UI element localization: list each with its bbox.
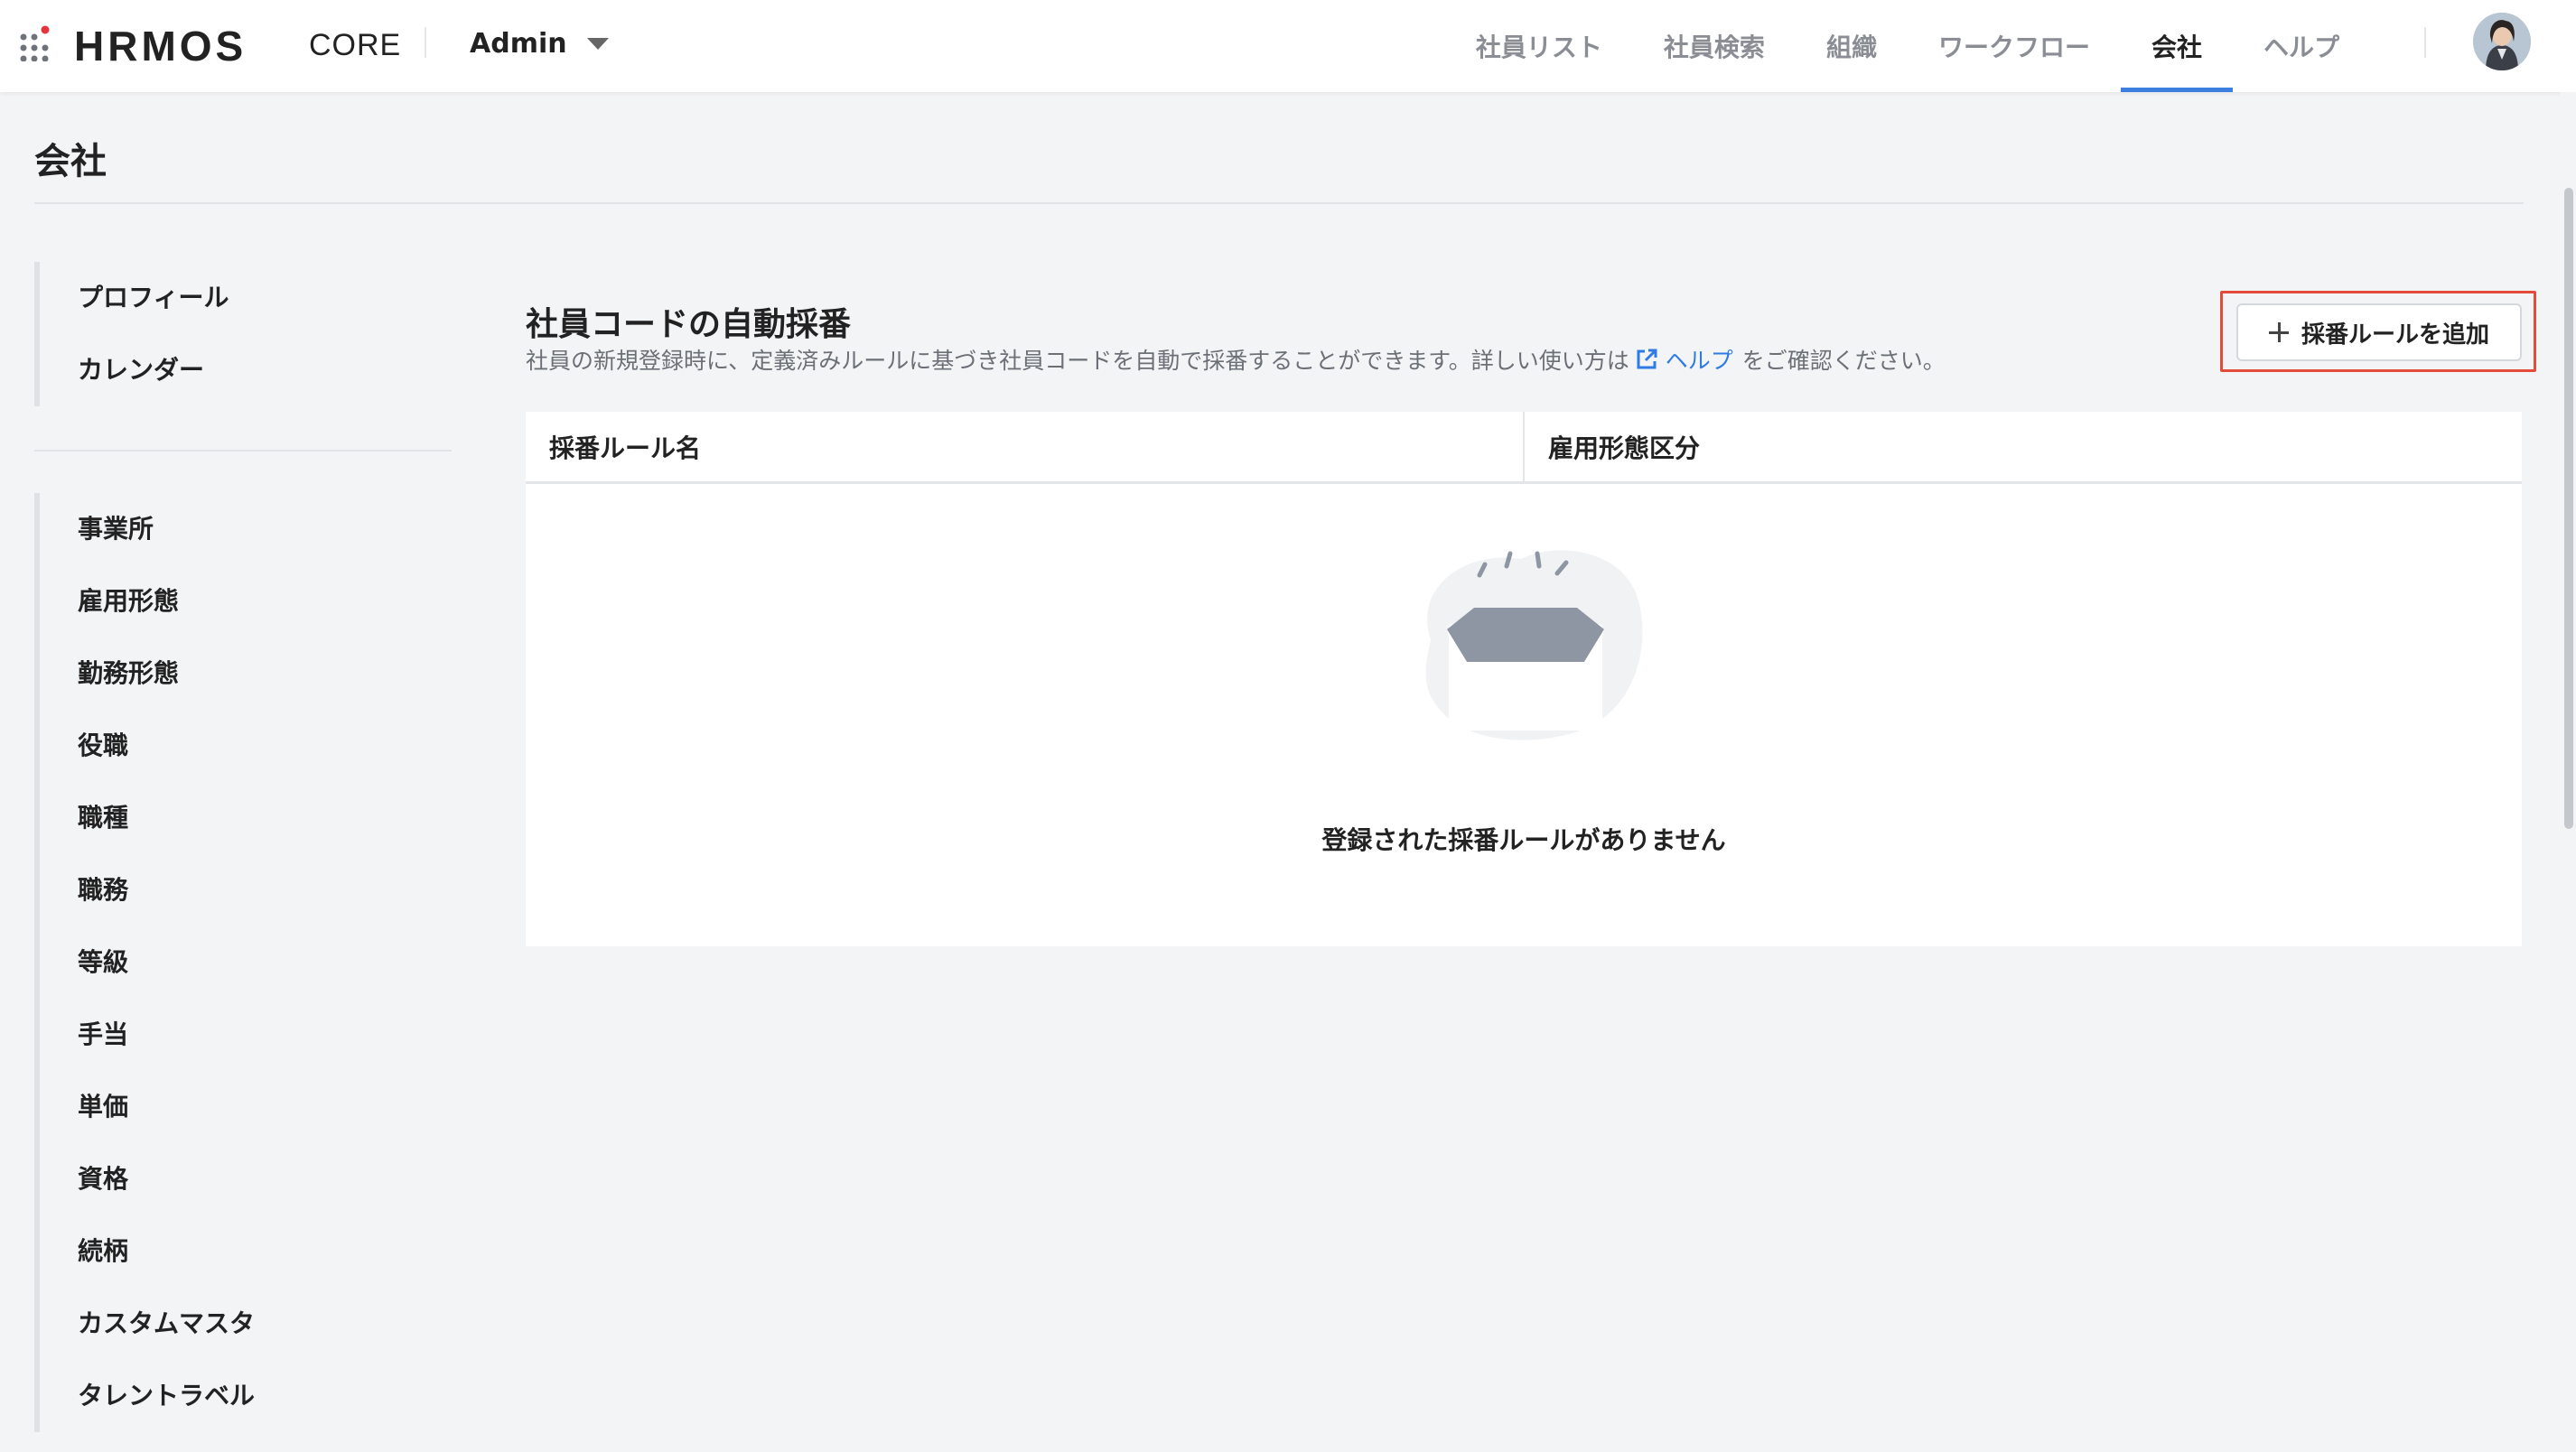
hrmos-logo: HRMOS bbox=[74, 26, 287, 64]
sidebar-divider bbox=[34, 450, 452, 451]
empty-state: 登録された採番ルールがありません bbox=[526, 487, 2522, 946]
apps-grid-icon[interactable] bbox=[18, 25, 54, 62]
nav-employee-search[interactable]: 社員検索 bbox=[1633, 0, 1796, 92]
nav-employee-list[interactable]: 社員リスト bbox=[1445, 0, 1633, 92]
sidebar-item-position[interactable]: 役職 bbox=[40, 710, 255, 782]
product-logo[interactable]: HRMOS CORE bbox=[74, 18, 401, 72]
sidebar-item-custom-master[interactable]: カスタムマスタ bbox=[40, 1288, 255, 1360]
empty-state-message: 登録された採番ルールがありません bbox=[1321, 825, 1726, 855]
help-link-label: ヘルプ bbox=[1665, 348, 1733, 374]
scrollbar-thumb[interactable] bbox=[2564, 188, 2573, 829]
nav-company[interactable]: 会社 bbox=[2120, 0, 2234, 92]
add-button-label: 採番ルールを追加 bbox=[2301, 320, 2489, 348]
user-avatar[interactable] bbox=[2473, 13, 2531, 70]
sidebar-item-job-type[interactable]: 職種 bbox=[40, 782, 255, 854]
sidebar-item-qualification[interactable]: 資格 bbox=[40, 1143, 255, 1215]
sidebar-item-unit-price[interactable]: 単価 bbox=[40, 1071, 255, 1143]
sidebar-item-allowance[interactable]: 手当 bbox=[40, 999, 255, 1071]
nav-divider bbox=[425, 27, 426, 58]
page-title: 会社 bbox=[34, 141, 107, 182]
sidebar-item-job-duty[interactable]: 職務 bbox=[40, 854, 255, 926]
column-header-rule-name: 採番ルール名 bbox=[549, 433, 702, 463]
help-link[interactable]: ヘルプ bbox=[1635, 343, 1733, 376]
sidebar-item-grade[interactable]: 等級 bbox=[40, 926, 255, 999]
nav-organization[interactable]: 組織 bbox=[1796, 0, 1908, 92]
empty-box-icon bbox=[1425, 550, 1643, 740]
page-divider bbox=[34, 202, 2524, 204]
caret-down-icon bbox=[586, 37, 609, 50]
sidebar-item-employment-type[interactable]: 雇用形態 bbox=[40, 565, 255, 638]
section-description: 社員の新規登録時に、定義済みルールに基づき社員コードを自動で採番することができま… bbox=[526, 343, 1946, 376]
workspace-label: Admin bbox=[470, 27, 567, 60]
page-scrollbar[interactable] bbox=[2560, 92, 2576, 1452]
nav-divider bbox=[2424, 27, 2426, 58]
sidebar-item-talent-label[interactable]: タレントラベル bbox=[40, 1360, 255, 1432]
nav-workflow[interactable]: ワークフロー bbox=[1908, 0, 2121, 92]
product-name: CORE bbox=[309, 27, 402, 62]
numbering-rules-table: 採番ルール名 雇用形態区分 登録された採番ルールがありません bbox=[526, 412, 2522, 946]
workspace-select[interactable]: Admin bbox=[470, 23, 609, 63]
description-text: 社員の新規登録時に、定義済みルールに基づき社員コードを自動で採番することができま… bbox=[526, 348, 1629, 374]
main-nav: 社員リスト 社員検索 組織 ワークフロー 会社 ヘルプ bbox=[1445, 0, 2370, 92]
table-header: 採番ルール名 雇用形態区分 bbox=[526, 412, 2522, 484]
sidebar-item-profile[interactable]: プロフィール bbox=[40, 262, 229, 334]
sidebar-item-office[interactable]: 事業所 bbox=[40, 493, 255, 565]
add-numbering-rule-button[interactable]: 採番ルールを追加 bbox=[2236, 303, 2522, 361]
sidebar-group-general: プロフィール カレンダー bbox=[34, 262, 229, 406]
hrmos-logo-text: HRMOS bbox=[74, 26, 247, 64]
plus-icon bbox=[2268, 322, 2289, 342]
column-header-employment-category: 雇用形態区分 bbox=[1523, 412, 2522, 481]
nav-help[interactable]: ヘルプ bbox=[2233, 0, 2370, 92]
external-link-icon bbox=[1637, 349, 1657, 369]
sidebar-item-relationship[interactable]: 続柄 bbox=[40, 1215, 255, 1288]
sidebar-item-work-style[interactable]: 勤務形態 bbox=[40, 638, 255, 710]
description-suffix: をご確認ください。 bbox=[1741, 348, 1946, 374]
top-navigation-bar: HRMOS CORE Admin 社員リスト 社員検索 組織 ワークフロー 会社… bbox=[0, 0, 2576, 92]
sidebar-item-calendar[interactable]: カレンダー bbox=[40, 334, 229, 406]
section-title: 社員コードの自動採番 bbox=[526, 306, 852, 343]
sidebar-group-masters: 事業所 雇用形態 勤務形態 役職 職種 職務 等級 手当 単価 資格 続柄 カス… bbox=[34, 493, 255, 1432]
